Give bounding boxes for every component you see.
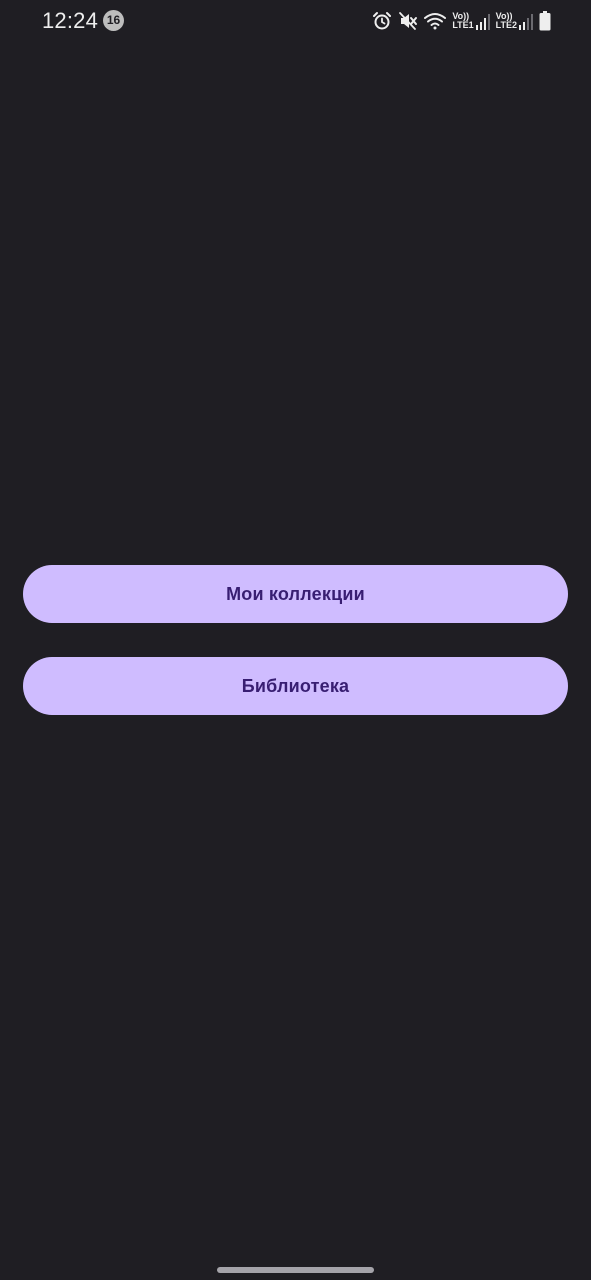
- battery-icon: [539, 11, 551, 31]
- status-bar: 12:24 16 Vo)) LTE1 Vo)) LTE2: [0, 0, 591, 44]
- status-time: 12:24: [42, 8, 99, 33]
- library-button[interactable]: Библиотека: [23, 657, 568, 715]
- library-button-label: Библиотека: [241, 675, 350, 696]
- gesture-navigation-bar[interactable]: [217, 1267, 374, 1273]
- wifi-icon: [424, 12, 447, 30]
- signal-sim1-icon: [475, 14, 490, 30]
- sim1-network-label: LTE1: [452, 20, 474, 30]
- status-icons: Vo)) LTE1 Vo)) LTE2: [372, 9, 551, 33]
- mute-icon: [398, 11, 418, 31]
- notification-count-badge: 16: [103, 10, 124, 31]
- my-collections-button-label: Мои коллекции: [226, 583, 365, 604]
- sim2-signal: Vo)) LTE2: [496, 12, 533, 30]
- signal-sim2-icon: [519, 14, 533, 30]
- sim1-signal: Vo)) LTE1: [452, 12, 490, 30]
- my-collections-button[interactable]: Мои коллекции: [23, 565, 568, 623]
- alarm-icon: [372, 11, 392, 31]
- main-actions: Мои коллекции Библиотека: [23, 565, 568, 715]
- sim2-network-label: LTE2: [495, 20, 517, 30]
